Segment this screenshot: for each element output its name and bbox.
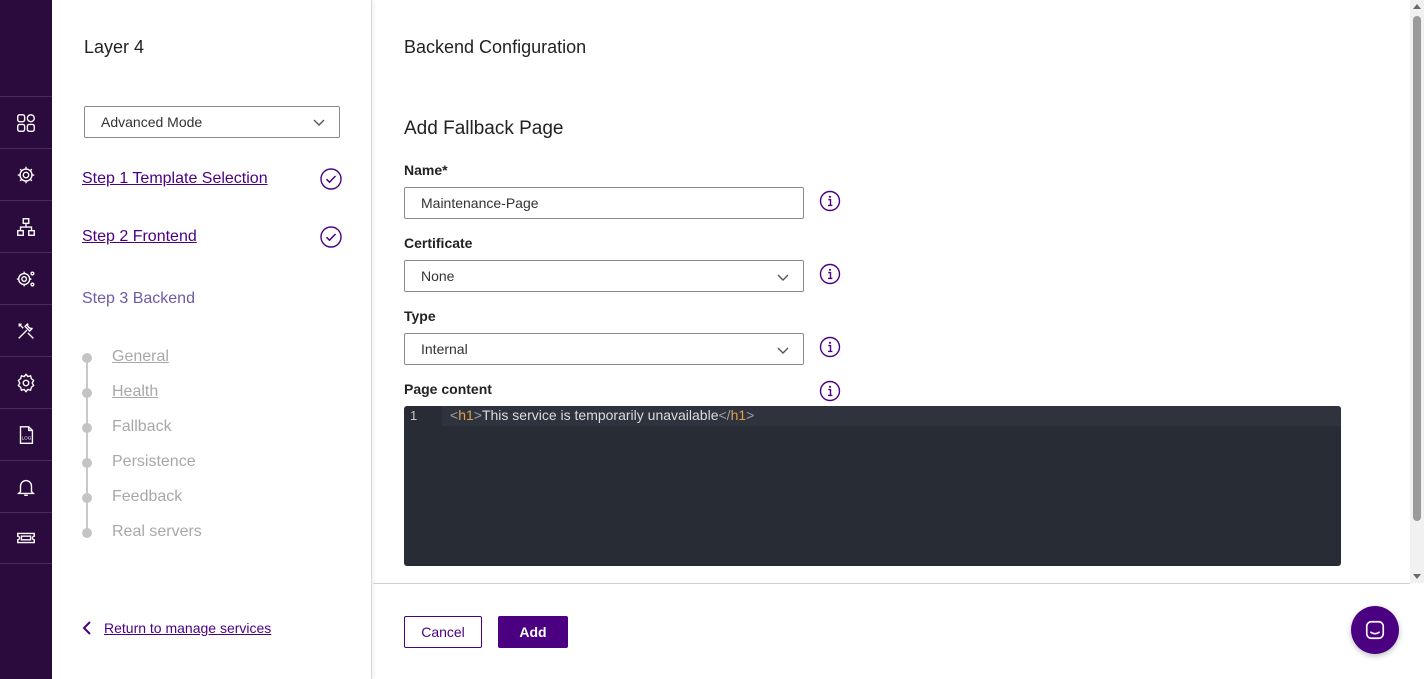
vertical-scrollbar[interactable] xyxy=(1410,0,1424,583)
footer-divider xyxy=(373,583,1410,584)
info-icon[interactable] xyxy=(819,263,841,285)
substep-persistence: Persistence xyxy=(112,453,196,470)
name-label: Name* xyxy=(404,162,448,178)
ticket-icon[interactable] xyxy=(0,512,52,564)
mode-select[interactable]: Advanced Mode xyxy=(84,106,340,138)
add-button[interactable]: Add xyxy=(498,616,568,648)
tools-icon[interactable] xyxy=(0,304,52,356)
code-text: This service is temporarily unavailable xyxy=(481,407,719,423)
chevron-down-icon xyxy=(777,347,789,354)
code-open-bracket: < xyxy=(450,407,459,423)
page-title: Backend Configuration xyxy=(404,37,587,57)
return-to-services-link[interactable]: Return to manage services xyxy=(82,620,271,636)
gear-icon[interactable] xyxy=(0,356,52,408)
page-content-editor[interactable]: 1 <h1>This service is temporarily unavai… xyxy=(404,406,1341,566)
info-icon[interactable] xyxy=(819,336,841,358)
code-open-bracket-end: > xyxy=(473,407,482,423)
bell-icon[interactable] xyxy=(0,460,52,512)
certificate-label: Certificate xyxy=(404,235,473,251)
substep-dot xyxy=(82,493,92,503)
scroll-up-arrow-icon[interactable] xyxy=(1413,4,1421,9)
log-icon[interactable]: LOG xyxy=(0,408,52,460)
cancel-button[interactable]: Cancel xyxy=(404,616,482,648)
step-3-current: Step 3 Backend xyxy=(82,290,195,307)
dashboard-icon[interactable] xyxy=(0,96,52,148)
substep-dot xyxy=(82,458,92,468)
icon-rail: LOG xyxy=(0,0,52,679)
certificate-select[interactable]: None xyxy=(404,260,804,292)
editor-code-line[interactable]: <h1>This service is temporarily unavaila… xyxy=(450,407,754,423)
type-select[interactable]: Internal xyxy=(404,333,804,365)
network-icon[interactable] xyxy=(0,200,52,252)
chevron-left-icon xyxy=(82,621,91,635)
chat-icon xyxy=(1365,620,1385,640)
step-2-link[interactable]: Step 2 Frontend xyxy=(82,228,197,246)
code-close-tag: h1 xyxy=(730,407,747,423)
return-link-label: Return to manage services xyxy=(104,620,272,636)
substep-fallback: Fallback xyxy=(112,418,172,435)
substep-health[interactable]: Health xyxy=(112,383,158,401)
substep-dot xyxy=(82,353,92,363)
substep-dot xyxy=(82,388,92,398)
wizard-sidebar: Layer 4 Advanced Mode Step 1 Template Se… xyxy=(52,0,372,679)
chevron-down-icon xyxy=(313,119,325,126)
check-circle-icon xyxy=(320,168,342,190)
name-input[interactable] xyxy=(404,187,804,219)
type-select-value: Internal xyxy=(421,341,468,357)
substep-dot xyxy=(82,528,92,538)
main-panel: Backend Configuration Add Fallback Page … xyxy=(373,0,1410,679)
type-label: Type xyxy=(404,308,436,324)
services-settings-icon[interactable] xyxy=(0,252,52,304)
certificate-select-value: None xyxy=(421,268,455,284)
chevron-down-icon xyxy=(777,274,789,281)
info-icon[interactable] xyxy=(819,190,841,212)
substep-track xyxy=(86,358,88,534)
page-content-label: Page content xyxy=(404,381,492,397)
wizard-title: Layer 4 xyxy=(84,37,145,57)
cluster-settings-icon[interactable] xyxy=(0,148,52,200)
substep-real-servers: Real servers xyxy=(112,523,202,540)
substep-general[interactable]: General xyxy=(112,348,169,366)
scrollbar-thumb[interactable] xyxy=(1413,16,1421,521)
chat-launcher-button[interactable] xyxy=(1351,606,1399,654)
check-circle-icon xyxy=(320,226,342,248)
code-open-tag: h1 xyxy=(458,407,474,423)
step-1-link[interactable]: Step 1 Template Selection xyxy=(82,170,268,188)
mode-select-value: Advanced Mode xyxy=(101,114,203,130)
substep-dot xyxy=(82,423,92,433)
substep-feedback: Feedback xyxy=(112,488,183,505)
section-title: Add Fallback Page xyxy=(404,118,564,139)
scroll-down-arrow-icon[interactable] xyxy=(1413,574,1421,579)
log-icon-text: LOG xyxy=(22,435,32,440)
info-icon[interactable] xyxy=(819,380,841,402)
editor-line-number: 1 xyxy=(410,408,418,423)
code-close-bracket-end: > xyxy=(746,407,755,423)
code-close-bracket: </ xyxy=(718,407,731,423)
